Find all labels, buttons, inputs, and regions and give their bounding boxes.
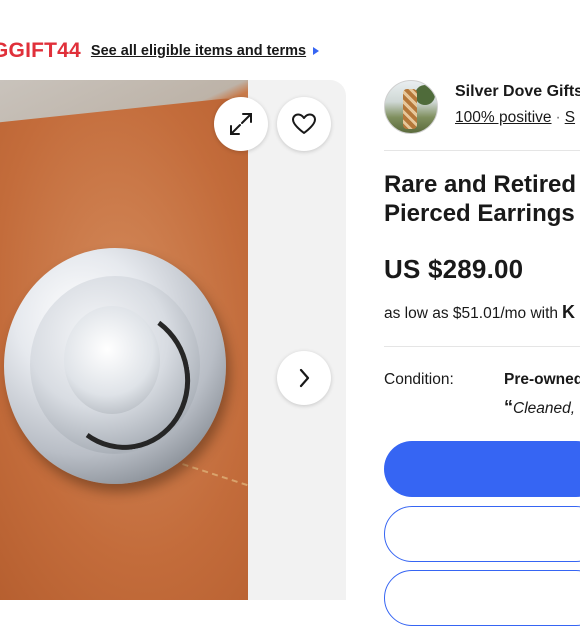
item-title-line-2: Pierced Earrings: [384, 200, 575, 227]
arrow-right-icon[interactable]: [313, 47, 320, 55]
seller-feedback: 100% positive · S: [455, 109, 575, 127]
add-to-watchlist-button[interactable]: [384, 570, 580, 626]
heart-icon: [292, 113, 316, 134]
condition-note-text: Cleaned,: [513, 400, 576, 417]
promo-banner: GGIFT44 See all eligible items and terms: [0, 36, 320, 66]
expand-icon: [230, 113, 252, 135]
watch-button[interactable]: [277, 97, 331, 151]
avatar-tree: [415, 85, 435, 105]
seller-other-link[interactable]: S: [565, 109, 575, 126]
seller-name[interactable]: Silver Dove Gifts: [455, 83, 580, 101]
add-to-cart-button[interactable]: [384, 506, 580, 562]
divider: [384, 150, 580, 151]
financing-info: as low as $51.01/mo with K: [384, 302, 575, 323]
feedback-link[interactable]: 100% positive: [455, 109, 552, 126]
next-image-button[interactable]: [277, 351, 331, 405]
divider: [384, 346, 580, 347]
expand-image-button[interactable]: [214, 97, 268, 151]
item-price: US $289.00: [384, 254, 524, 284]
condition-label: Condition:: [384, 371, 454, 388]
avatar-giraffe: [403, 89, 417, 129]
image-gallery: [0, 80, 346, 600]
financing-brand-logo[interactable]: K: [562, 302, 575, 322]
buy-it-now-button[interactable]: [384, 441, 580, 497]
condition-note: “Cleaned,: [504, 397, 575, 418]
financing-text: as low as $51.01/mo with: [384, 305, 559, 322]
condition-value: Pre-owned: [504, 371, 580, 388]
seller-card: Silver Dove Gifts 100% positive · S: [384, 80, 580, 134]
chevron-right-icon: [299, 368, 310, 388]
item-title-line-1: Rare and Retired: [384, 171, 577, 198]
item-photo[interactable]: [0, 80, 248, 600]
quote-mark: “: [504, 397, 513, 417]
seller-avatar[interactable]: [384, 80, 438, 134]
promo-code: GGIFT44: [0, 39, 81, 62]
item-title: Rare and Retired Pierced Earrings: [384, 170, 580, 228]
eligible-items-link[interactable]: See all eligible items and terms: [91, 43, 306, 59]
feedback-separator: ·: [555, 109, 561, 126]
